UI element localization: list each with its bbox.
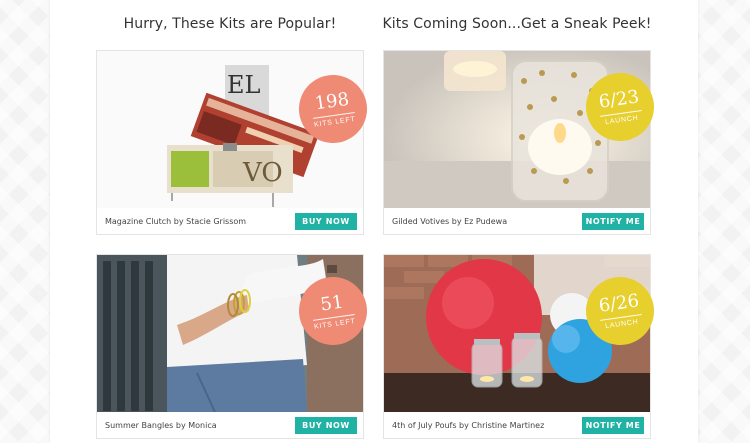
badge-label: LAUNCH bbox=[604, 114, 639, 126]
kit-card-fourth-of-july-poufs[interactable]: 6/26 LAUNCH 4th of July Poufs by Christi… bbox=[383, 254, 659, 439]
kit-card-summer-bangles[interactable]: 51 KITS LEFT Summer Bangles by Monica BU… bbox=[96, 254, 372, 439]
kit-card-gilded-votives[interactable]: 6/23 LAUNCH Gilded Votives by Ez Pudewa … bbox=[383, 50, 659, 235]
buy-now-button[interactable]: BUY NOW bbox=[295, 417, 357, 434]
badge-label: LAUNCH bbox=[604, 318, 639, 330]
kit-card-magazine-clutch[interactable]: EL VO 198 KITS LEFT Magazine Clutch by S… bbox=[96, 50, 372, 235]
notify-me-button[interactable]: NOTIFY ME bbox=[582, 417, 644, 434]
badge-number: 51 bbox=[319, 291, 345, 316]
kit-caption: 4th of July Poufs by Christine Martinez bbox=[392, 421, 545, 430]
content-panel: Hurry, These Kits are Popular! Kits Comi… bbox=[50, 0, 698, 443]
kit-caption: Magazine Clutch by Stacie Grissom bbox=[105, 217, 247, 226]
svg-text:VO: VO bbox=[242, 158, 283, 188]
kit-caption: Summer Bangles by Monica bbox=[105, 421, 217, 430]
popular-kits-heading: Hurry, These Kits are Popular! bbox=[123, 16, 337, 32]
badge-date: 6/26 bbox=[597, 289, 641, 317]
badge-label: KITS LEFT bbox=[313, 115, 356, 129]
badge-date: 6/23 bbox=[597, 85, 641, 113]
notify-me-button[interactable]: NOTIFY ME bbox=[582, 213, 644, 230]
magazine-cover-text: EL bbox=[227, 71, 261, 99]
buy-now-button[interactable]: BUY NOW bbox=[295, 213, 357, 230]
badge-number: 198 bbox=[313, 88, 351, 114]
badge-label: KITS LEFT bbox=[313, 317, 356, 331]
coming-soon-heading: Kits Coming Soon...Get a Sneak Peek! bbox=[382, 16, 652, 32]
kit-caption: Gilded Votives by Ez Pudewa bbox=[392, 217, 508, 226]
